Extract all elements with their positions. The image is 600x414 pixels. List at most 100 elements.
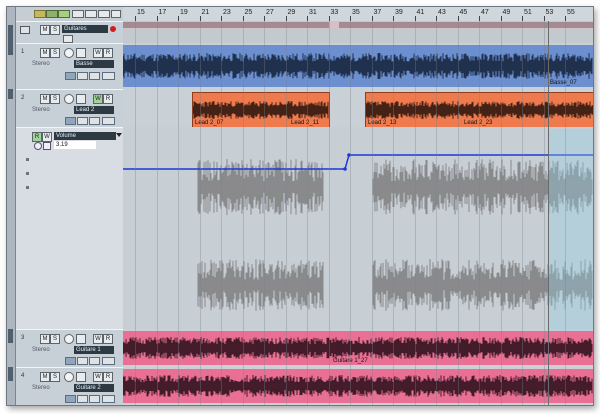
track-name[interactable]: Lead 2: [74, 106, 114, 114]
track-number: 3: [21, 335, 25, 341]
track-header-guitare-1[interactable]: M S W R Stereo Guitare 1 3: [16, 329, 123, 369]
ruler-marker: 31: [309, 9, 317, 16]
solo-button[interactable]: S: [50, 372, 60, 382]
write-button[interactable]: W: [93, 94, 103, 104]
automation-read-button[interactable]: R: [32, 132, 42, 142]
write-button[interactable]: W: [93, 48, 103, 58]
monitor-button[interactable]: [76, 372, 86, 382]
folder-mute-button[interactable]: M: [40, 25, 50, 35]
monitor-button[interactable]: [76, 48, 86, 58]
track-header-lead[interactable]: M S W R Stereo Lead 2 2: [16, 89, 123, 129]
toolbar-icon-6[interactable]: [98, 10, 110, 18]
ruler-marker: 55: [567, 9, 575, 16]
mute-button[interactable]: M: [40, 372, 50, 382]
insert-icon[interactable]: [102, 395, 115, 403]
track-name[interactable]: Basse: [74, 60, 114, 68]
monitor-button[interactable]: [76, 94, 86, 104]
toolbar-icon-7[interactable]: [111, 10, 121, 18]
track-header-basse[interactable]: M S W R Stereo Basse 1: [16, 43, 123, 91]
solo-button[interactable]: S: [50, 48, 60, 58]
track-name[interactable]: Guitare 2: [74, 384, 114, 392]
track-channel-type: Stereo: [32, 107, 50, 113]
toolbar-icon-2[interactable]: [46, 10, 58, 18]
monitor-button[interactable]: [76, 334, 86, 344]
lane-icon[interactable]: [65, 395, 76, 403]
dropdown-arrow-icon[interactable]: [116, 133, 122, 137]
read-button[interactable]: R: [103, 334, 113, 344]
edit-icon[interactable]: [77, 395, 88, 403]
write-button[interactable]: W: [93, 334, 103, 344]
write-button[interactable]: W: [93, 372, 103, 382]
read-button[interactable]: R: [103, 48, 113, 58]
ruler-marker: 17: [158, 9, 167, 16]
folder-name[interactable]: Guitares: [62, 25, 108, 33]
mute-button[interactable]: M: [40, 48, 50, 58]
grid-line: [371, 21, 373, 405]
toolbar-icon-3[interactable]: [58, 10, 70, 18]
automation-lock-icon[interactable]: [34, 142, 42, 150]
audio-clip-lead-a[interactable]: Lead 2_07 Lead 2_11: [192, 92, 330, 127]
ruler-marker: 27: [266, 9, 274, 16]
freeze-icon[interactable]: [89, 117, 100, 125]
ruler-marker: 21: [201, 9, 210, 16]
insert-icon[interactable]: [102, 117, 115, 125]
project-cursor[interactable]: [548, 21, 549, 405]
grid-line: [500, 21, 502, 405]
strip-block-guitar2: [8, 367, 13, 381]
ruler-marker: 37: [373, 9, 382, 16]
ruler-marker: 51: [524, 9, 532, 16]
grid-line: [328, 21, 330, 405]
lane-icon[interactable]: [65, 117, 76, 125]
record-icon[interactable]: [110, 26, 116, 32]
insert-icon[interactable]: [102, 72, 115, 80]
ruler-marker: 47: [481, 9, 489, 16]
folder-expand-icon[interactable]: [63, 35, 73, 43]
grid-line: [221, 21, 222, 405]
solo-button[interactable]: S: [50, 334, 60, 344]
lane-icon[interactable]: [65, 357, 76, 365]
grid-line: [393, 21, 394, 405]
record-enable-button[interactable]: [64, 334, 74, 344]
automation-mute-icon[interactable]: [43, 142, 51, 150]
strip-block-folder: [8, 25, 13, 55]
automation-track-header[interactable]: R W Volume 3.19: [16, 127, 123, 331]
record-enable-button[interactable]: [64, 94, 74, 104]
read-button[interactable]: R: [103, 94, 113, 104]
automation-value[interactable]: 3.19: [54, 141, 96, 149]
track-name[interactable]: Guitare 1: [74, 346, 114, 354]
grid-line: [565, 21, 566, 405]
folder-overview-part: [339, 22, 593, 28]
solo-button[interactable]: S: [50, 94, 60, 104]
folder-solo-button[interactable]: S: [50, 25, 60, 35]
mute-button[interactable]: M: [40, 94, 50, 104]
grid-line: [457, 21, 459, 405]
track-header-guitare-2[interactable]: M S W R Stereo Guitare 2 4: [16, 367, 123, 405]
folder-track-header[interactable]: M S Guitares: [16, 21, 123, 45]
lane-icon[interactable]: [65, 72, 76, 80]
grid-line: [522, 21, 523, 405]
record-enable-button[interactable]: [64, 48, 74, 58]
freeze-icon[interactable]: [89, 357, 100, 365]
mute-button[interactable]: M: [40, 334, 50, 344]
toolbar-icon-4[interactable]: [72, 10, 84, 18]
freeze-icon[interactable]: [89, 395, 100, 403]
automation-write-button[interactable]: W: [42, 132, 52, 142]
freeze-icon[interactable]: [89, 72, 100, 80]
read-button[interactable]: R: [103, 372, 113, 382]
toolbar-icon-5[interactable]: [85, 10, 97, 18]
grid-line: [156, 21, 158, 405]
record-enable-button[interactable]: [64, 372, 74, 382]
automation-node[interactable]: [343, 167, 347, 171]
insert-icon[interactable]: [102, 357, 115, 365]
toolbar-icon-1[interactable]: [34, 10, 46, 18]
automation-parameter[interactable]: Volume: [54, 132, 116, 140]
edit-icon[interactable]: [77, 72, 88, 80]
edit-icon[interactable]: [77, 117, 88, 125]
grid-line: [436, 21, 437, 405]
ruler-marker: 29: [287, 9, 296, 16]
grid-line: [414, 21, 416, 405]
track-color-strip: [7, 7, 16, 405]
edit-icon[interactable]: [77, 357, 88, 365]
timeline-ruler[interactable]: 15 17 19 21 23 25 27 29 31 33 35 37 39 41 43 45 47 49 51 53…: [123, 7, 593, 22]
cycle-region[interactable]: [548, 129, 593, 331]
